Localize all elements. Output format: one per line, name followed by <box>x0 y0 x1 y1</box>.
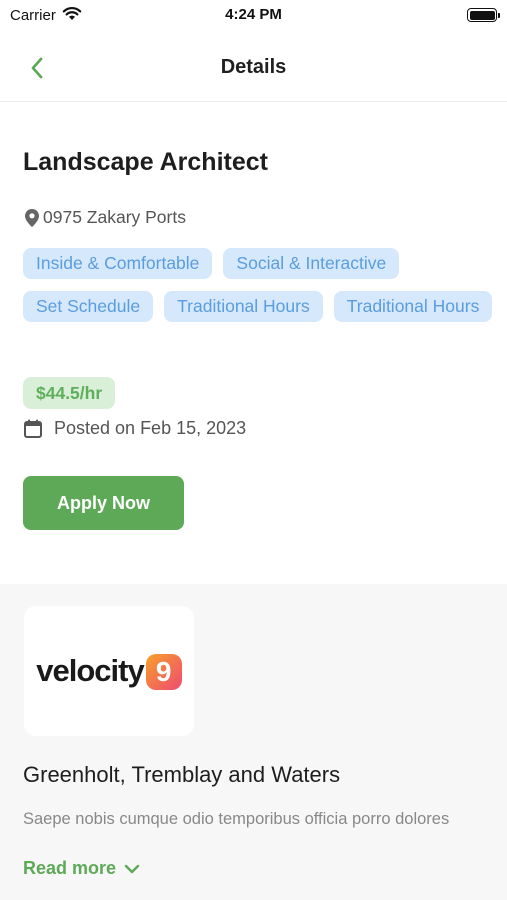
clock: 4:24 PM <box>225 6 282 23</box>
job-location: 0975 Zakary Ports <box>25 207 186 228</box>
company-logo: velocity 9 <box>24 606 194 736</box>
pay-rate-badge: $44.5/hr <box>23 377 116 409</box>
read-more-link[interactable]: Read more <box>23 858 140 879</box>
logo-badge: 9 <box>145 654 182 690</box>
company-description: Saepe nobis cumque odio temporibus offic… <box>23 810 450 828</box>
job-tags: Inside & Comfortable Social & Interactiv… <box>23 248 493 322</box>
job-title: Landscape Architect <box>23 148 268 176</box>
calendar-icon <box>24 419 42 438</box>
read-more-label: Read more <box>23 858 117 878</box>
chevron-down-icon <box>124 864 140 873</box>
job-details: Landscape Architect 0975 Zakary Ports In… <box>0 103 507 583</box>
page-title: Details <box>220 56 287 78</box>
nav-bar: Details <box>0 36 507 102</box>
map-pin-icon <box>25 208 39 227</box>
posted-date: Posted on Feb 15, 2023 <box>24 418 246 439</box>
tag-chip: Set Schedule <box>23 291 154 322</box>
tag-chip: Traditional Hours <box>164 291 323 322</box>
posted-text: Posted on Feb 15, 2023 <box>54 418 247 438</box>
battery-icon <box>467 8 500 22</box>
company-info: velocity 9 Greenholt, Tremblay and Water… <box>0 584 507 900</box>
tag-chip: Traditional Hours <box>333 291 493 322</box>
status-bar: Carrier 4:24 PM <box>0 0 507 32</box>
apply-now-button[interactable]: Apply Now <box>23 476 184 530</box>
tag-chip: Inside & Comfortable <box>23 248 213 279</box>
logo-wordmark: velocity <box>36 653 144 688</box>
location-text: 0975 Zakary Ports <box>43 207 186 227</box>
company-name: Greenholt, Tremblay and Waters <box>23 762 341 787</box>
tag-chip: Social & Interactive <box>223 248 400 279</box>
